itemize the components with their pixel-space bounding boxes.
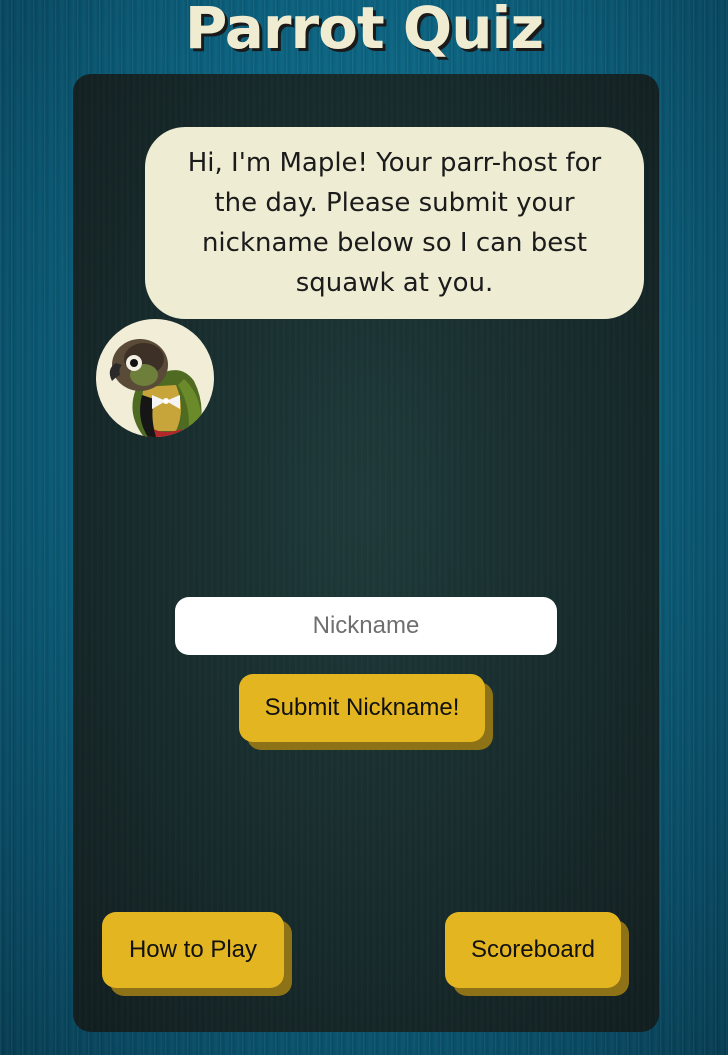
speech-bubble: Hi, I'm Maple! Your parr-host for the da… — [145, 127, 644, 319]
scoreboard-button[interactable]: Scoreboard — [445, 912, 621, 988]
how-to-play-button[interactable]: How to Play — [102, 912, 284, 988]
host-message: Hi, I'm Maple! Your parr-host for the da… — [187, 148, 602, 298]
parrot-avatar — [96, 319, 214, 437]
submit-nickname-button[interactable]: Submit Nickname! — [239, 674, 485, 742]
page-title: Parrot Quiz — [184, 0, 544, 62]
parrot-icon — [109, 339, 202, 437]
nickname-input[interactable] — [175, 597, 557, 655]
